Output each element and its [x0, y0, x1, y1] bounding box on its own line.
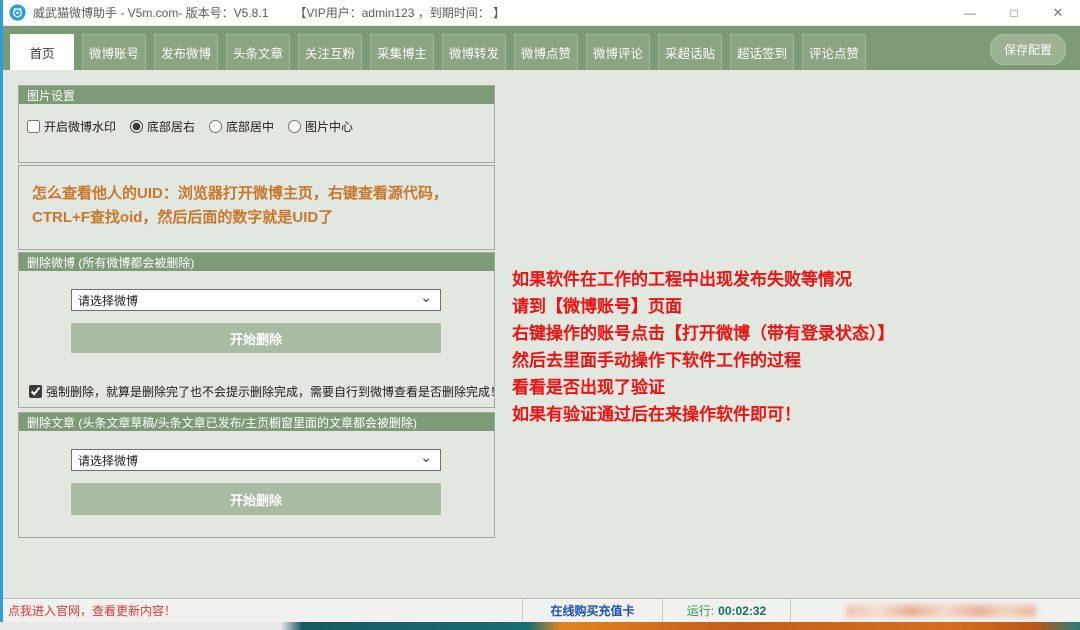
force-delete-label: 强制删除，就算是删除完了也不会提示删除完成，需要自行到微博查看是否删除完成！ [46, 383, 502, 400]
delete-article-select-value: 请选择微博 [78, 452, 138, 469]
radio-bottom-center-input[interactable] [209, 120, 222, 133]
blurred-watermark [846, 605, 1036, 617]
window-left-edge [0, 0, 3, 622]
buy-card-link[interactable]: 在线购买充值卡 [522, 599, 662, 622]
chevron-down-icon: ⌄ [420, 452, 432, 462]
tab-collect-blogger[interactable]: 采集博主 [370, 34, 434, 70]
uid-tip-text: 怎么查看他人的UID：浏览器打开微博主页，右键查看源代码， CTRL+F查找oi… [19, 166, 494, 230]
delete-weibo-select-value: 请选择微博 [78, 292, 138, 309]
titlebar: 威武猫微博助手 - V5m.com- 版本号：V5.8.1 【VIP用户：adm… [0, 0, 1080, 26]
radio-bottom-center[interactable]: 底部居中 [209, 118, 274, 135]
tab-home[interactable]: 首页 [10, 34, 74, 70]
watermark-label: 开启微博水印 [44, 118, 116, 135]
force-delete-checkbox[interactable] [29, 385, 42, 398]
image-settings-options: 开启微博水印 底部居右 底部居中 图片中心 [19, 104, 494, 135]
delete-article-select[interactable]: 请选择微博 ⌄ [71, 449, 441, 471]
notice-line: 右键操作的账号点击【打开微博（带有登录状态）】 [512, 320, 895, 347]
radio-bottom-right-input[interactable] [130, 120, 143, 133]
notice-line: 请到【微博账号】页面 [512, 293, 895, 320]
delete-weibo-title: 删除微博 (所有微博都会被删除) [19, 253, 494, 271]
run-time-value: 00:02:32 [718, 604, 766, 618]
image-settings-title: 图片设置 [19, 86, 494, 104]
close-button[interactable]: ✕ [1036, 0, 1080, 26]
failure-notice: 如果软件在工作的工程中出现发布失败等情况 请到【微博账号】页面 右键操作的账号点… [512, 266, 895, 428]
uid-tip-line2: CTRL+F查找oid，然后后面的数字就是UID了 [32, 206, 482, 230]
radio-image-center[interactable]: 图片中心 [288, 118, 353, 135]
notice-line: 看看是否出现了验证 [512, 374, 895, 401]
official-site-link[interactable]: 点我进入官网，查看更新内容！ [0, 599, 522, 622]
tab-collect-supertopic[interactable]: 采超话贴 [658, 34, 722, 70]
start-delete-article-button[interactable]: 开始删除 [71, 483, 441, 515]
delete-weibo-panel: 删除微博 (所有微博都会被删除) 请选择微博 ⌄ 开始删除 强制删除，就算是删除… [18, 252, 495, 408]
delete-article-title: 删除文章 (头条文章草稿/头条文章已发布/主页橱窗里面的文章都会被删除) [19, 413, 494, 431]
uid-tip-panel: 怎么查看他人的UID：浏览器打开微博主页，右键查看源代码， CTRL+F查找oi… [18, 165, 495, 250]
tab-weibo-repost[interactable]: 微博转发 [442, 34, 506, 70]
maximize-button[interactable]: □ [992, 0, 1036, 26]
main-content: 图片设置 开启微博水印 底部居右 底部居中 图片中心 [0, 70, 1080, 598]
save-config-button[interactable]: 保存配置 [990, 34, 1066, 65]
watermark-option[interactable]: 开启微博水印 [27, 118, 116, 135]
tabbar: 首页 微博账号 发布微博 头条文章 关注互粉 采集博主 微博转发 微博点赞 微博… [0, 26, 1080, 70]
app-window: 威武猫微博助手 - V5m.com- 版本号：V5.8.1 【VIP用户：adm… [0, 0, 1080, 630]
tab-weibo-comment[interactable]: 微博评论 [586, 34, 650, 70]
chevron-down-icon: ⌄ [420, 292, 432, 302]
window-controls: — □ ✕ [948, 0, 1080, 26]
tab-publish-weibo[interactable]: 发布微博 [154, 34, 218, 70]
notice-line: 然后去里面手动操作下软件工作的过程 [512, 347, 895, 374]
tab-supertopic-checkin[interactable]: 超话签到 [730, 34, 794, 70]
run-label: 运行: [687, 602, 714, 619]
radio-image-center-input[interactable] [288, 120, 301, 133]
minimize-button[interactable]: — [948, 0, 992, 26]
uid-tip-line1: 怎么查看他人的UID：浏览器打开微博主页，右键查看源代码， [32, 182, 482, 206]
radio-bottom-right-label: 底部居右 [147, 118, 195, 135]
radio-bottom-right[interactable]: 底部居右 [130, 118, 195, 135]
notice-line: 如果有验证通过后在来操作软件即可！ [512, 401, 895, 428]
tab-follow-mutual[interactable]: 关注互粉 [298, 34, 362, 70]
watermark-checkbox[interactable] [27, 120, 40, 133]
start-delete-weibo-button[interactable]: 开始删除 [71, 323, 441, 353]
statusbar: 点我进入官网，查看更新内容！ 在线购买充值卡 运行: 00:02:32 [0, 598, 1080, 622]
run-timer: 运行: 00:02:32 [662, 599, 790, 622]
delete-weibo-select[interactable]: 请选择微博 ⌄ [71, 289, 441, 311]
radio-image-center-label: 图片中心 [305, 118, 353, 135]
statusbar-right-section [790, 599, 1080, 622]
tab-weibo-like[interactable]: 微博点赞 [514, 34, 578, 70]
tab-toutiao-article[interactable]: 头条文章 [226, 34, 290, 70]
notice-line: 如果软件在工作的工程中出现发布失败等情况 [512, 266, 895, 293]
desktop-background-strip [0, 622, 1080, 630]
tab-weibo-account[interactable]: 微博账号 [82, 34, 146, 70]
image-settings-panel: 图片设置 开启微博水印 底部居右 底部居中 图片中心 [18, 85, 495, 163]
tab-comment-like[interactable]: 评论点赞 [802, 34, 866, 70]
radio-bottom-center-label: 底部居中 [226, 118, 274, 135]
window-title: 威武猫微博助手 - V5m.com- 版本号：V5.8.1 [33, 4, 268, 21]
vip-info: 【VIP用户：admin123 ，到期时间： 】 [294, 4, 505, 21]
app-icon [9, 4, 26, 21]
delete-article-panel: 删除文章 (头条文章草稿/头条文章已发布/主页橱窗里面的文章都会被删除) 请选择… [18, 412, 495, 538]
force-delete-option[interactable]: 强制删除，就算是删除完了也不会提示删除完成，需要自行到微博查看是否删除完成！ [29, 383, 502, 400]
